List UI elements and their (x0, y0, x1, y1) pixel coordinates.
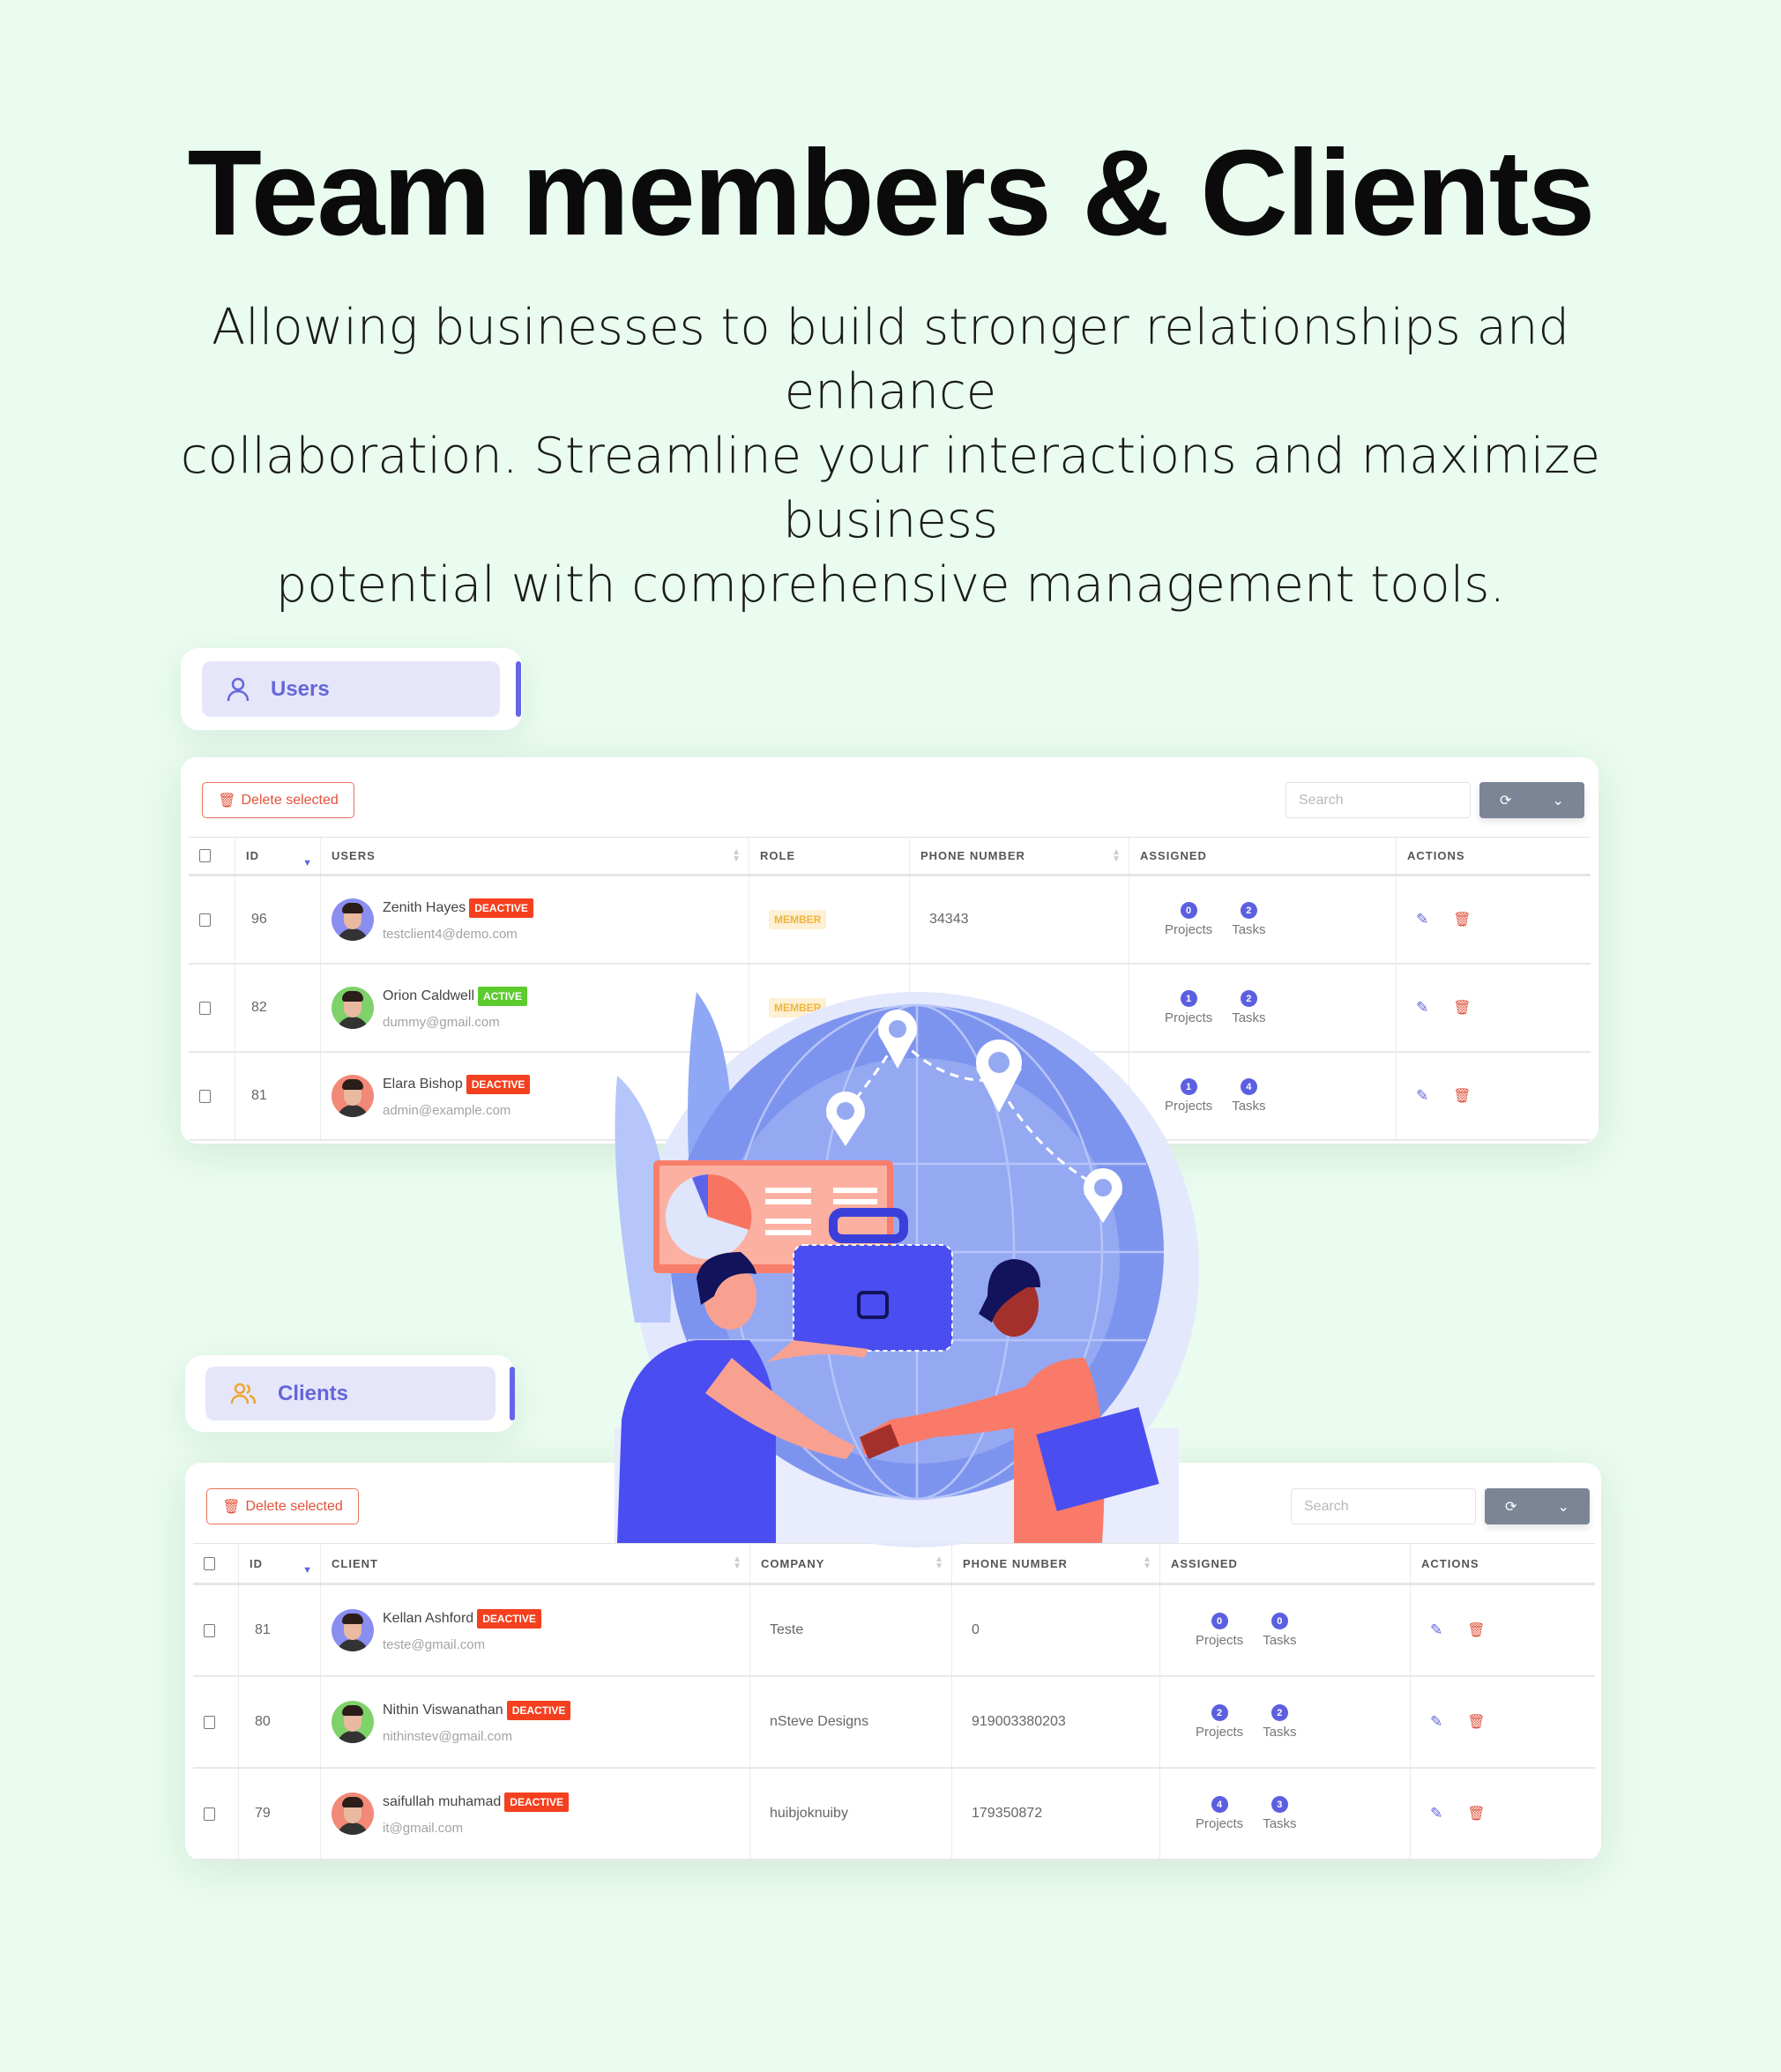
handshake-illustration (615, 992, 1199, 1547)
